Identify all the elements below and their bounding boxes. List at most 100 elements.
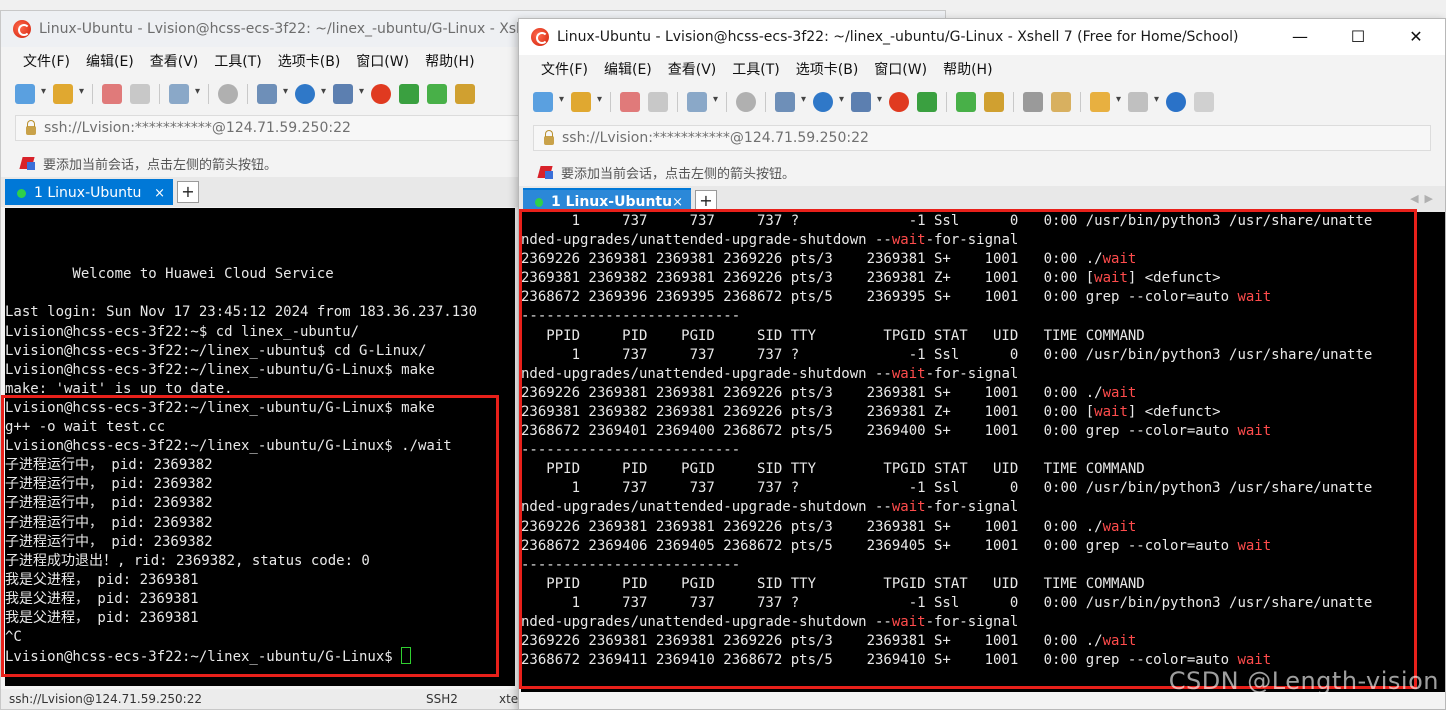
globe-icon[interactable] <box>813 92 844 112</box>
reconnect-icon[interactable] <box>648 92 668 112</box>
terminal-line: Lvision@hcss-ecs-3f22:~/linex_-ubuntu$ c… <box>5 342 427 359</box>
terminal-line: 2369226 2369381 2369381 2369226 pts/3 23… <box>521 633 1137 650</box>
lock-icon[interactable] <box>984 92 1004 112</box>
globe-icon[interactable] <box>295 84 326 104</box>
font-icon[interactable] <box>333 84 364 104</box>
terminal-line: PPID PID PGID SID TTY TPGID STAT UID TIM… <box>521 461 1145 478</box>
xshell-icon[interactable] <box>889 92 909 112</box>
terminal-line: 2368672 2369401 2369400 2368672 pts/5 23… <box>521 423 1272 440</box>
toolbar-separator <box>92 84 93 104</box>
menu-file[interactable]: 文件(F) <box>541 59 588 79</box>
terminal-line: Welcome to Huawei Cloud Service <box>5 266 334 283</box>
menu-tools[interactable]: 工具(T) <box>214 51 261 71</box>
terminal-line: -------------------------- <box>521 308 741 325</box>
bookmark-arrow-icon[interactable] <box>539 165 553 179</box>
maximize-button[interactable]: ☐ <box>1329 19 1387 55</box>
terminal-line: nded-upgrades/unattended-upgrade-shutdow… <box>521 365 1019 382</box>
add-tab-button[interactable]: + <box>177 181 199 203</box>
xftp-icon[interactable] <box>917 92 937 112</box>
toolbar-separator <box>208 84 209 104</box>
back-terminal[interactable]: Welcome to Huawei Cloud Service Last logi… <box>5 208 515 686</box>
terminal-line: Lvision@hcss-ecs-3f22:~$ cd linex_-ubunt… <box>5 323 360 340</box>
xshell-icon[interactable] <box>371 84 391 104</box>
toolbar-separator <box>1013 92 1014 112</box>
window-controls: — ☐ ✕ <box>1271 19 1445 55</box>
front-terminal[interactable]: 1 737 737 737 ? -1 Ssl 0 0:00 /usr/bin/p… <box>521 212 1445 692</box>
find-icon[interactable] <box>736 92 756 112</box>
disconnect-icon[interactable] <box>620 92 640 112</box>
terminal-line: g++ -o wait test.cc <box>5 419 166 436</box>
terminal-line: 我是父进程， pid: 2369381 <box>5 590 199 607</box>
properties-icon[interactable] <box>169 84 200 104</box>
front-toolbar <box>519 87 1445 117</box>
menu-tabs[interactable]: 选项卡(B) <box>796 59 859 79</box>
open-folder-icon[interactable] <box>53 84 84 104</box>
lock-icon <box>544 129 554 145</box>
menu-edit[interactable]: 编辑(E) <box>604 59 652 79</box>
terminal-line: make: 'wait' is up to date. <box>5 380 233 397</box>
back-session-tab[interactable]: 1 Linux-Ubuntu × <box>5 179 173 205</box>
terminal-line: 子进程运行中， pid: 2369382 <box>5 495 213 512</box>
terminal-line: 2369381 2369382 2369381 2369226 pts/3 23… <box>521 270 1221 287</box>
properties-icon[interactable] <box>687 92 718 112</box>
fullscreen-icon[interactable] <box>427 84 447 104</box>
menu-file[interactable]: 文件(F) <box>23 51 70 71</box>
front-tab-label: 1 Linux-Ubuntu <box>551 194 673 210</box>
terminal-line: 1 737 737 737 ? -1 Ssl 0 0:00 /usr/bin/p… <box>521 480 1373 497</box>
terminal-line: Lvision@hcss-ecs-3f22:~/linex_-ubuntu/G-… <box>5 399 435 416</box>
terminal-line: nded-upgrades/unattended-upgrade-shutdow… <box>521 613 1019 630</box>
menu-window[interactable]: 窗口(W) <box>874 59 927 79</box>
reconnect-icon[interactable] <box>130 84 150 104</box>
menu-view[interactable]: 查看(V) <box>150 51 199 71</box>
help-icon[interactable] <box>1166 92 1186 112</box>
add-tab-icon[interactable] <box>1090 92 1121 112</box>
close-window-button[interactable]: ✕ <box>1387 19 1445 55</box>
menu-edit[interactable]: 编辑(E) <box>86 51 134 71</box>
xftp-icon[interactable] <box>399 84 419 104</box>
menu-view[interactable]: 查看(V) <box>668 59 717 79</box>
add-tab-button[interactable]: + <box>695 190 717 212</box>
front-session-tab[interactable]: 1 Linux-Ubuntu × <box>523 188 691 214</box>
new-session-icon[interactable] <box>533 92 564 112</box>
fullscreen-icon[interactable] <box>956 92 976 112</box>
terminal-line: 2369226 2369381 2369381 2369226 pts/3 23… <box>521 518 1137 535</box>
menu-tools[interactable]: 工具(T) <box>732 59 779 79</box>
menu-tabs[interactable]: 选项卡(B) <box>278 51 341 71</box>
lock-icon[interactable] <box>455 84 475 104</box>
menu-window[interactable]: 窗口(W) <box>356 51 409 71</box>
tab-scroll-arrows-icon[interactable]: ◀▶ <box>1410 192 1439 205</box>
close-tab-icon[interactable]: × <box>672 195 683 210</box>
close-tab-icon[interactable]: × <box>154 186 165 201</box>
connected-status-icon <box>17 188 26 198</box>
terminal-line: 2368672 2369406 2369405 2368672 pts/5 23… <box>521 537 1272 554</box>
terminal-line: 1 737 737 737 ? -1 Ssl 0 0:00 /usr/bin/p… <box>521 346 1373 363</box>
menu-help[interactable]: 帮助(H) <box>425 51 474 71</box>
keyboard-icon[interactable] <box>1023 92 1043 112</box>
disconnect-icon[interactable] <box>102 84 122 104</box>
front-address-bar[interactable]: ssh://Lvision:***********@124.71.59.250:… <box>533 125 1431 151</box>
minimize-button[interactable]: — <box>1271 19 1329 55</box>
front-title-bar[interactable]: Linux-Ubuntu - Lvision@hcss-ecs-3f22: ~/… <box>519 19 1445 55</box>
terminal-cursor <box>401 647 412 665</box>
terminal-line: PPID PID PGID SID TTY TPGID STAT UID TIM… <box>521 327 1145 344</box>
transfer-icon[interactable] <box>775 92 806 112</box>
terminal-line: 2369226 2369381 2369381 2369226 pts/3 23… <box>521 384 1137 401</box>
terminal-line: 子进程运行中， pid: 2369382 <box>5 514 213 531</box>
chat-icon[interactable] <box>1194 92 1214 112</box>
back-address-text: ssh://Lvision:***********@124.71.59.250:… <box>44 120 351 136</box>
font-icon[interactable] <box>851 92 882 112</box>
terminal-line: ^C <box>5 629 22 646</box>
menu-help[interactable]: 帮助(H) <box>943 59 992 79</box>
open-folder-icon[interactable] <box>571 92 602 112</box>
front-xshell-window[interactable]: Linux-Ubuntu - Lvision@hcss-ecs-3f22: ~/… <box>518 18 1446 710</box>
transfer-icon[interactable] <box>257 84 288 104</box>
status-protocol: SSH2 <box>426 692 458 706</box>
find-icon[interactable] <box>218 84 238 104</box>
new-session-icon[interactable] <box>15 84 46 104</box>
bookmark-arrow-icon[interactable] <box>21 156 35 170</box>
layout-icon[interactable] <box>1128 92 1159 112</box>
highlight-icon[interactable] <box>1051 92 1071 112</box>
